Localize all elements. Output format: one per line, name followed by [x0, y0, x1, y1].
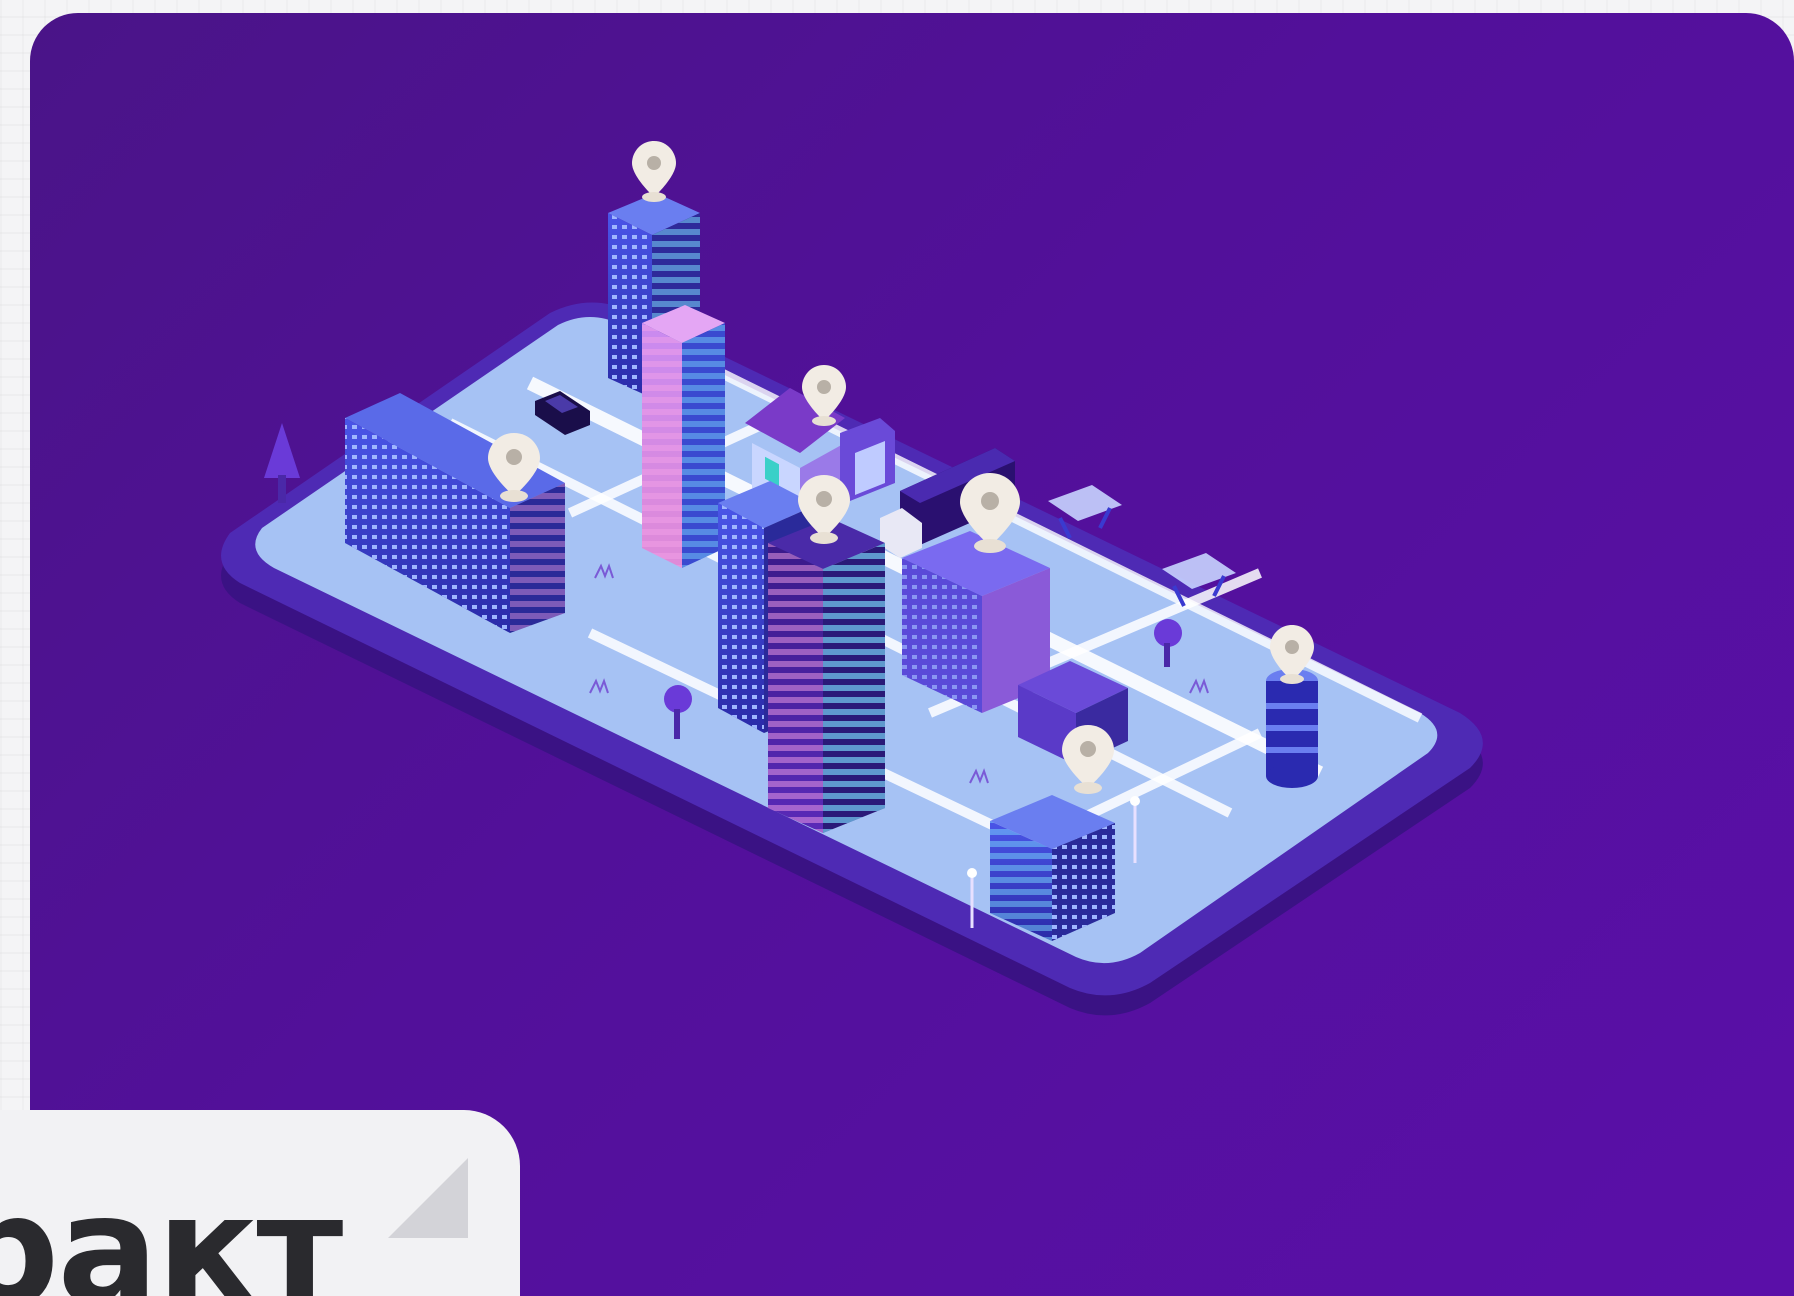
caption-tab: ракт: [0, 1110, 520, 1296]
page-fold-icon: [388, 1158, 468, 1238]
caption-text: ракт: [0, 1164, 343, 1296]
tower-front: [768, 518, 885, 833]
map-pin-icon: [632, 141, 676, 202]
office-building-front: [990, 795, 1115, 941]
hero-illustration-card: [30, 13, 1794, 1296]
smartphone-city-illustration: [221, 141, 1483, 1016]
cylinder-building: [1266, 669, 1318, 788]
tower-pink: [642, 305, 725, 568]
